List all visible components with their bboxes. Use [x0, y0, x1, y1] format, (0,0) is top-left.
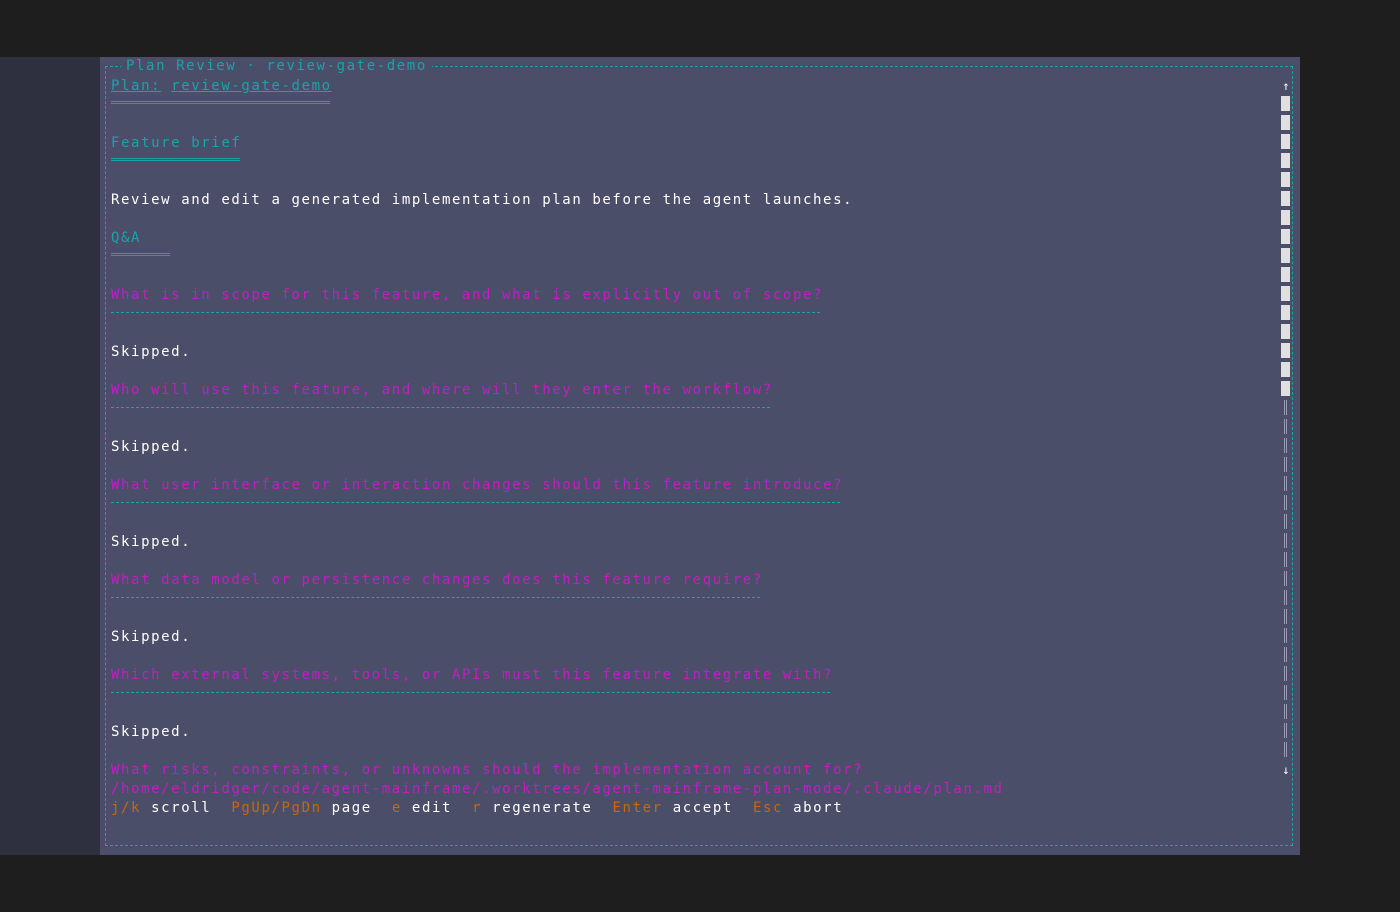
- qa-question: Who will use this feature, and where wil…: [111, 382, 773, 398]
- key-scroll-label: scroll: [151, 800, 212, 816]
- qa-answer: Skipped.: [111, 629, 192, 645]
- scrollbar-track-segment[interactable]: [1284, 723, 1287, 738]
- scrollbar-thumb-segment[interactable]: [1281, 248, 1290, 263]
- scrollbar-thumb-segment[interactable]: [1281, 286, 1290, 301]
- scrollbar-thumb-segment[interactable]: [1281, 343, 1290, 358]
- qa-question-underline: [111, 502, 840, 503]
- plan-heading: Plan: review-gate-demo: [111, 77, 332, 96]
- scrollbar-track-segment[interactable]: [1284, 742, 1287, 757]
- qa-question: What risks, constraints, or unknowns sho…: [111, 762, 864, 778]
- scrollbar-thumb-segment[interactable]: [1281, 134, 1290, 149]
- scrollbar-track-segment[interactable]: [1284, 419, 1287, 434]
- scrollbar-thumb-segment[interactable]: [1281, 229, 1290, 244]
- scrollbar-track-segment[interactable]: [1284, 552, 1287, 567]
- scrollbar-thumb-segment[interactable]: [1281, 267, 1290, 282]
- qa-heading: Q&A: [111, 230, 142, 246]
- qa-underline: [111, 253, 170, 256]
- scrollbar-thumb-segment[interactable]: [1281, 96, 1290, 111]
- scrollbar-track-segment[interactable]: [1284, 476, 1287, 491]
- feature-brief-underline: [111, 158, 240, 161]
- scrollbar-thumb-segment[interactable]: [1281, 381, 1290, 396]
- scrollbar-track-segment[interactable]: [1284, 704, 1287, 719]
- scrollbar-track-segment[interactable]: [1284, 685, 1287, 700]
- qa-question: What data model or persistence changes d…: [111, 572, 763, 588]
- plan-heading-underline: [111, 101, 330, 104]
- key-abort[interactable]: Esc: [753, 800, 783, 816]
- qa-question: What is in scope for this feature, and w…: [111, 287, 824, 303]
- left-sidebar: [0, 57, 100, 855]
- qa-question-underline: [111, 597, 760, 598]
- scrollbar-track-segment[interactable]: [1284, 533, 1287, 548]
- scrollbar-thumb-segment[interactable]: [1281, 115, 1290, 130]
- scrollbar-track-segment[interactable]: [1284, 628, 1287, 643]
- plan-file-path: /home/eldridger/code/agent-mainframe/.wo…: [111, 781, 1004, 797]
- key-page[interactable]: PgUp/PgDn: [231, 800, 321, 816]
- key-scroll[interactable]: j/k: [111, 800, 141, 816]
- scrollbar-thumb-segment[interactable]: [1281, 362, 1290, 377]
- qa-answer: Skipped.: [111, 439, 192, 455]
- scrollbar-track-segment[interactable]: [1284, 666, 1287, 681]
- scrollbar-track-segment[interactable]: [1284, 438, 1287, 453]
- scrollbar-track-segment[interactable]: [1284, 609, 1287, 624]
- scrollbar-track-segment[interactable]: [1284, 457, 1287, 472]
- plan-name: review-gate-demo: [171, 78, 332, 94]
- qa-answer: Skipped.: [111, 534, 192, 550]
- qa-answer: Skipped.: [111, 344, 192, 360]
- scrollbar-track-segment[interactable]: [1284, 514, 1287, 529]
- scrollbar-track-segment[interactable]: [1284, 647, 1287, 662]
- scrollbar-track-segment[interactable]: [1284, 590, 1287, 605]
- key-edit[interactable]: e: [392, 800, 402, 816]
- qa-question-underline: [111, 312, 820, 313]
- scrollbar-thumb-segment[interactable]: [1281, 210, 1290, 225]
- key-edit-label: edit: [411, 800, 453, 816]
- plan-review-frame: Plan Review · review-gate-demo: [105, 59, 1293, 846]
- scroll-down-icon[interactable]: ↓: [1280, 761, 1292, 780]
- qa-question: What user interface or interaction chang…: [111, 477, 844, 493]
- scrollbar-thumb-segment[interactable]: [1281, 172, 1290, 187]
- scrollbar-thumb-segment[interactable]: [1281, 324, 1290, 339]
- keybinding-bar: j/k scroll PgUp/PgDn page e edit r regen…: [111, 799, 843, 818]
- plan-review-terminal[interactable]: Plan Review · review-gate-demo Plan: rev…: [100, 57, 1300, 855]
- key-regenerate-label: regenerate: [492, 800, 593, 816]
- feature-brief-text: Review and edit a generated implementati…: [111, 192, 854, 208]
- qa-question-underline: [111, 407, 770, 408]
- qa-question-underline: [111, 692, 830, 693]
- scrollbar-thumb-segment[interactable]: [1281, 153, 1290, 168]
- scrollbar-track-segment[interactable]: [1284, 400, 1287, 415]
- window-title: Plan Review · review-gate-demo: [121, 59, 432, 73]
- scroll-up-icon[interactable]: ↑: [1280, 77, 1292, 96]
- plan-label: Plan:: [111, 78, 162, 94]
- qa-question: Which external systems, tools, or APIs m…: [111, 667, 834, 683]
- scrollbar-track-segment[interactable]: [1284, 571, 1287, 586]
- qa-answer: Skipped.: [111, 724, 192, 740]
- key-accept[interactable]: Enter: [613, 800, 663, 816]
- key-abort-label: abort: [793, 800, 844, 816]
- key-accept-label: accept: [672, 800, 733, 816]
- scrollbar-thumb-segment[interactable]: [1281, 305, 1290, 320]
- scrollbar-track-segment[interactable]: [1284, 495, 1287, 510]
- key-regenerate[interactable]: r: [472, 800, 482, 816]
- scrollbar-thumb-segment[interactable]: [1281, 191, 1290, 206]
- key-page-label: page: [331, 800, 372, 816]
- feature-brief-heading: Feature brief: [111, 135, 242, 151]
